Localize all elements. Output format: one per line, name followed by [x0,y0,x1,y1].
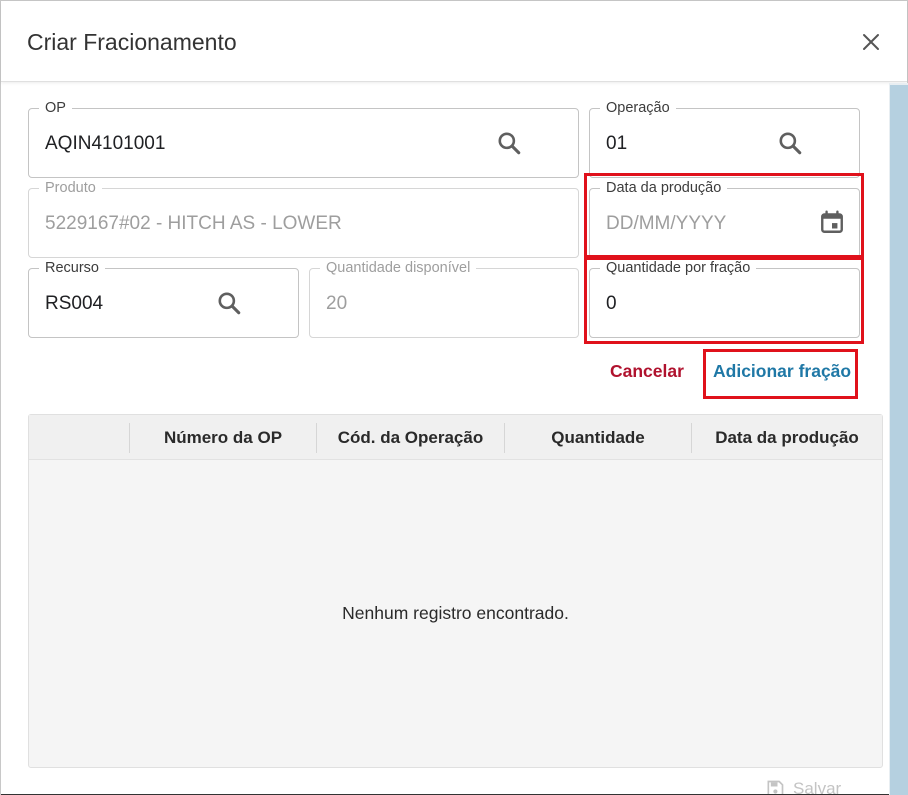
op-field[interactable]: OP AQIN4101001 [28,99,579,178]
empty-table-message: Nenhum registro encontrado. [342,603,569,623]
save-button[interactable]: Salvar [765,779,842,795]
recurso-field[interactable]: Recurso RS004 [28,259,299,338]
dialog-header: Criar Fracionamento [1,1,907,82]
quantidade-disponivel-label: Quantidade disponível [320,259,477,277]
recurso-label: Recurso [39,259,105,277]
highlight-quantidade-por-fracao [584,257,864,344]
quantidade-disponivel-field: Quantidade disponível 20 [309,259,579,338]
column-header-select [29,415,129,460]
search-icon[interactable] [496,130,522,156]
recurso-value[interactable]: RS004 [45,293,103,315]
save-label: Salvar [793,779,842,795]
column-header-quantidade[interactable]: Quantidade [505,415,691,460]
dialog-title: Criar Fracionamento [27,29,237,55]
operacao-label: Operação [600,99,676,117]
produto-label: Produto [39,179,102,197]
create-fractionation-dialog: Criar Fracionamento OP AQIN4101001 Opera… [0,0,908,795]
column-header-cod-operacao[interactable]: Cód. da Operação [317,415,504,460]
close-icon [863,34,879,50]
op-value[interactable]: AQIN4101001 [45,133,165,155]
column-header-data-producao[interactable]: Data da produção [692,415,882,460]
scrollbar-thumb[interactable] [890,85,908,795]
save-icon [767,780,784,795]
cancel-button[interactable]: Cancelar [610,361,684,382]
quantidade-disponivel-value: 20 [326,293,348,314]
produto-value: 5229167#02 - HITCH AS - LOWER [45,213,342,234]
fractions-table: Número da OP Cód. da Operação Quantidade… [28,414,883,768]
column-header-numero-op[interactable]: Número da OP [130,415,316,460]
operacao-field[interactable]: Operação 01 [589,99,860,178]
produto-field: Produto 5229167#02 - HITCH AS - LOWER [28,179,579,258]
search-icon[interactable] [216,290,242,316]
op-label: OP [39,99,72,117]
highlight-data-producao [584,173,864,258]
operacao-value[interactable]: 01 [606,133,627,155]
close-button[interactable] [857,28,885,56]
table-header: Número da OP Cód. da Operação Quantidade… [29,415,882,460]
search-icon[interactable] [777,130,803,156]
highlight-add-fraction [703,349,858,399]
